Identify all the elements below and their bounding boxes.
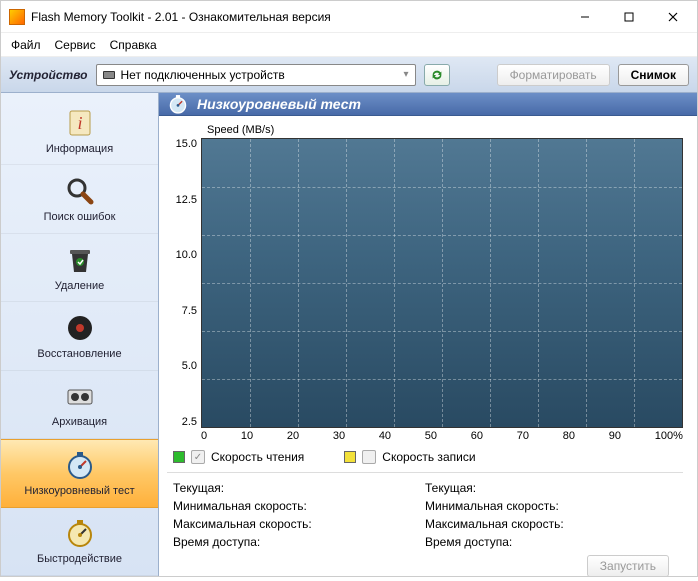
sidebar: i Информация Поиск ошибок Удаление Восст… — [1, 93, 159, 576]
menu-file[interactable]: Файл — [11, 38, 41, 52]
swatch-yellow-icon — [344, 451, 356, 463]
stats-row: Текущая: Минимальная скорость: Максималь… — [167, 473, 683, 577]
checkbox-read[interactable]: ✓ — [191, 450, 205, 464]
stat-min: Минимальная скорость: — [425, 497, 677, 515]
stat-current: Текущая: — [425, 479, 677, 497]
snapshot-button[interactable]: Снимок — [618, 64, 689, 86]
sidebar-item-lowlevel[interactable]: Низкоуровневый тест — [1, 439, 158, 507]
stat-access: Время доступа: — [173, 533, 425, 551]
stopwatch-icon — [167, 93, 189, 115]
archive-icon — [64, 380, 96, 412]
checkbox-write[interactable] — [362, 450, 376, 464]
chart-area: Speed (MB/s) 15.0 12.5 10.0 7.5 5.0 2.5 0 10 20… — [159, 116, 697, 581]
trash-icon — [64, 244, 96, 276]
format-button[interactable]: Форматировать — [497, 64, 610, 86]
sidebar-item-label: Удаление — [55, 280, 105, 292]
panel-header: Низкоуровневый тест — [159, 93, 697, 116]
x-tick: 90 — [609, 430, 621, 442]
svg-text:i: i — [77, 113, 82, 133]
panel-title: Низкоуровневый тест — [197, 96, 361, 112]
stat-max: Максимальная скорость: — [173, 515, 425, 533]
y-tick: 15.0 — [176, 138, 197, 150]
y-tick: 12.5 — [176, 194, 197, 206]
sidebar-item-label: Восстановление — [37, 348, 121, 360]
device-value: Нет подключенных устройств — [121, 68, 285, 82]
refresh-button[interactable] — [424, 64, 450, 86]
maximize-button[interactable] — [607, 2, 651, 32]
recover-icon — [64, 312, 96, 344]
app-icon — [9, 9, 25, 25]
stats-read: Текущая: Минимальная скорость: Максималь… — [173, 479, 425, 577]
legend-row: ✓ Скорость чтения Скорость записи — [167, 442, 683, 473]
app-window: Flash Memory Toolkit - 2.01 - Ознакомите… — [0, 0, 698, 577]
titlebar: Flash Memory Toolkit - 2.01 - Ознакомите… — [1, 1, 697, 33]
y-axis-labels: 15.0 12.5 10.0 7.5 5.0 2.5 — [167, 138, 201, 442]
chevron-down-icon: ▾ — [403, 69, 408, 80]
legend-read: ✓ Скорость чтения — [173, 450, 304, 464]
x-tick: 0 — [201, 430, 207, 442]
x-tick: 100% — [655, 430, 683, 442]
device-label: Устройство — [9, 68, 88, 82]
sidebar-item-label: Поиск ошибок — [44, 211, 116, 223]
menubar: Файл Сервис Справка — [1, 33, 697, 57]
y-tick: 2.5 — [182, 416, 197, 428]
stat-access: Время доступа: — [425, 533, 677, 551]
main-panel: Низкоуровневый тест Speed (MB/s) 15.0 12.… — [159, 93, 697, 576]
sidebar-item-info[interactable]: i Информация — [1, 97, 158, 165]
x-tick: 60 — [471, 430, 483, 442]
sidebar-item-recover[interactable]: Восстановление — [1, 302, 158, 370]
stats-write: Текущая: Минимальная скорость: Максималь… — [425, 479, 677, 577]
x-tick: 70 — [517, 430, 529, 442]
magnifier-icon — [64, 175, 96, 207]
sidebar-item-label: Быстродействие — [37, 553, 122, 565]
minimize-button[interactable] — [563, 2, 607, 32]
drive-icon — [103, 71, 115, 79]
chart-plot — [201, 138, 683, 428]
window-title: Flash Memory Toolkit - 2.01 - Ознакомите… — [31, 10, 563, 24]
menu-help[interactable]: Справка — [110, 38, 157, 52]
swatch-green-icon — [173, 451, 185, 463]
y-tick: 10.0 — [176, 249, 197, 261]
x-tick: 50 — [425, 430, 437, 442]
close-button[interactable] — [651, 2, 695, 32]
stopwatch-icon — [64, 449, 96, 481]
device-select[interactable]: Нет подключенных устройств ▾ — [96, 64, 416, 86]
x-tick: 20 — [287, 430, 299, 442]
x-tick: 40 — [379, 430, 391, 442]
stat-current: Текущая: — [173, 479, 425, 497]
stat-max: Максимальная скорость: — [425, 515, 677, 533]
x-axis-labels: 0 10 20 30 40 50 60 70 80 90 100% — [201, 428, 683, 442]
legend-write-label: Скорость записи — [382, 450, 475, 464]
x-tick: 80 — [563, 430, 575, 442]
legend-write: Скорость записи — [344, 450, 683, 464]
menu-service[interactable]: Сервис — [55, 38, 96, 52]
run-button[interactable]: Запустить — [587, 555, 669, 577]
stopwatch-gold-icon — [64, 517, 96, 549]
sidebar-item-perf[interactable]: Быстродействие — [1, 508, 158, 576]
chart-axis-label: Speed (MB/s) — [207, 124, 683, 136]
y-tick: 7.5 — [182, 305, 197, 317]
legend-read-label: Скорость чтения — [211, 450, 304, 464]
sidebar-item-archive[interactable]: Архивация — [1, 371, 158, 439]
sidebar-item-label: Архивация — [52, 416, 107, 428]
toolbar: Устройство Нет подключенных устройств ▾ … — [1, 57, 697, 93]
sidebar-item-delete[interactable]: Удаление — [1, 234, 158, 302]
sidebar-item-label: Низкоуровневый тест — [24, 485, 134, 497]
x-tick: 30 — [333, 430, 345, 442]
stat-min: Минимальная скорость: — [173, 497, 425, 515]
y-tick: 5.0 — [182, 360, 197, 372]
sidebar-item-errors[interactable]: Поиск ошибок — [1, 165, 158, 233]
info-icon: i — [64, 107, 96, 139]
sidebar-item-label: Информация — [46, 143, 113, 155]
x-tick: 10 — [241, 430, 253, 442]
